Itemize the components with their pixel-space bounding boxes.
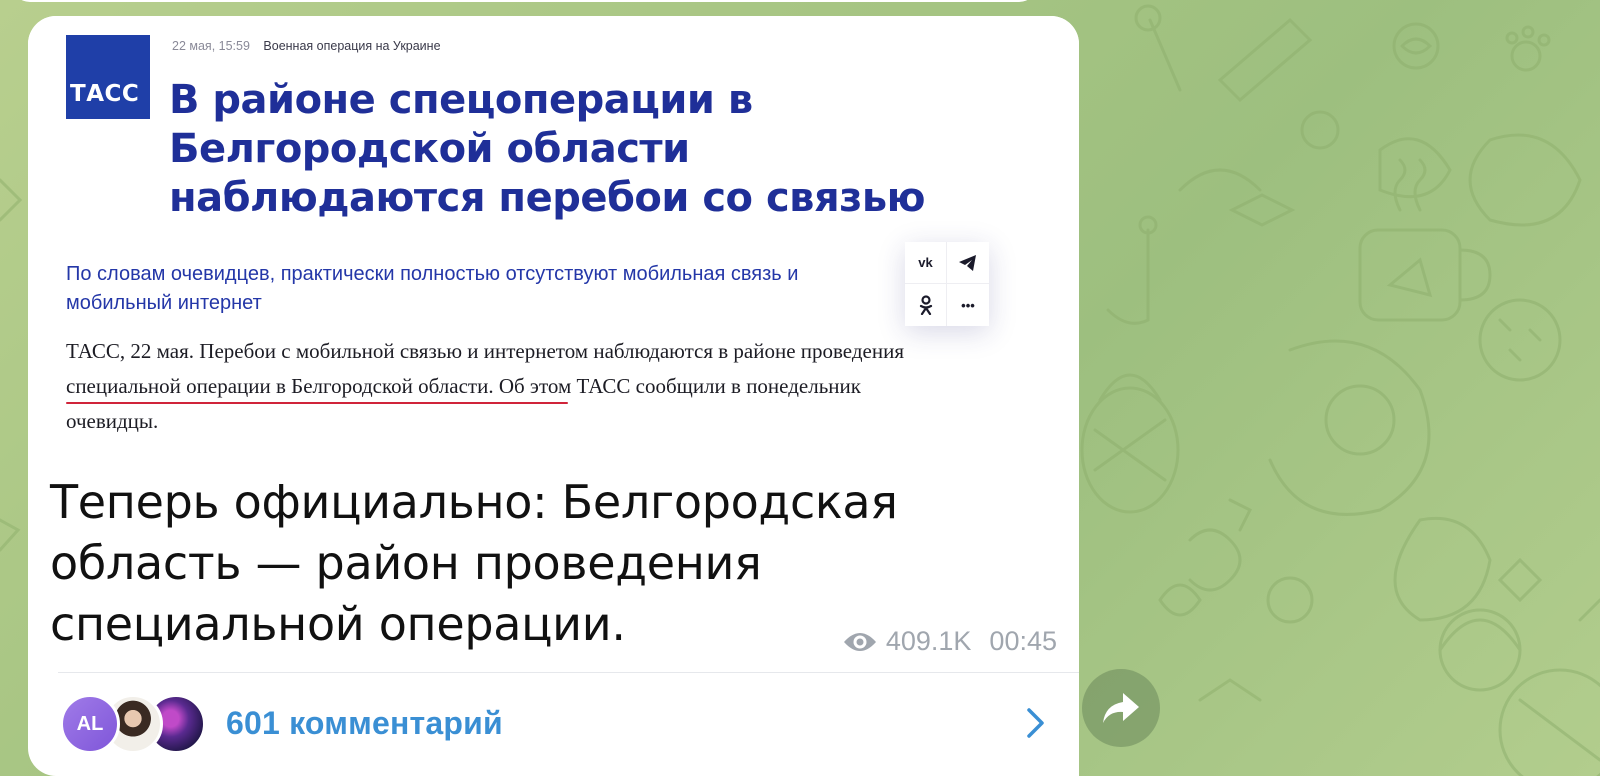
tass-logo: ТАСС [66,35,150,119]
view-count: 409.1K [885,626,972,656]
previous-message-bubble-edge [12,0,1037,2]
forward-button[interactable] [1082,669,1160,747]
article-headline: В районе спецоперации в Белгородской обл… [169,77,926,221]
article-date: 22 мая, 15:59 [172,39,250,53]
article-lead: По словам очевидцев, практически полност… [66,263,799,314]
comments-count-label: 601 комментарий [226,705,503,741]
more-icon: ••• [961,297,975,313]
telegram-icon [947,242,989,284]
article-meta: 22 мая, 15:59 Военная операция на Украин… [172,39,441,53]
post-meta: 409.1K 00:45 [842,626,1057,657]
channel-post-bubble: ТАСС 22 мая, 15:59 Военная операция на У… [28,16,1079,776]
avatar: AL [60,694,120,754]
post-caption: Теперь официально: Белгородская область … [50,475,898,651]
forward-icon [1103,693,1139,723]
odnoklassniki-icon [905,284,947,326]
article-rubric: Военная операция на Украине [263,39,441,53]
vk-icon: vk [905,242,947,284]
post-time: 00:45 [989,626,1057,656]
eye-icon [843,632,876,651]
chevron-right-icon [1027,708,1044,738]
share-panel: vk ••• [905,242,989,326]
post-image-news-screenshot[interactable]: ТАСС 22 мая, 15:59 Военная операция на У… [28,16,1079,454]
comments-button[interactable]: AL 601 комментарий [28,673,1079,776]
article-body: ТАСС, 22 мая. Перебои с мобильной связью… [66,339,904,433]
red-underline-annotation [66,402,568,404]
